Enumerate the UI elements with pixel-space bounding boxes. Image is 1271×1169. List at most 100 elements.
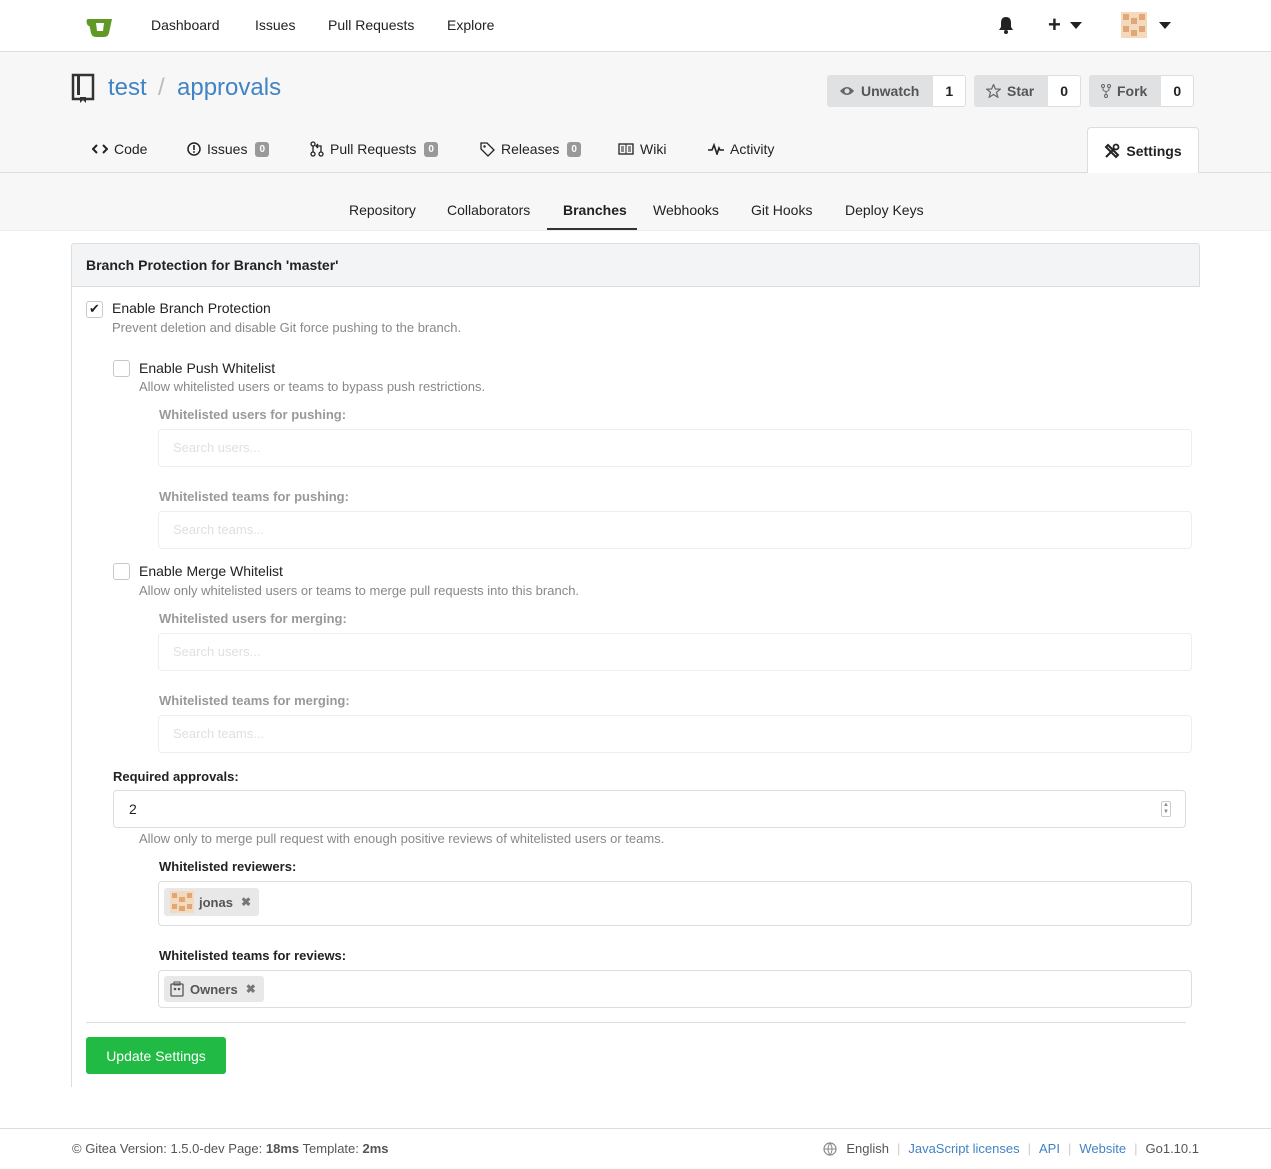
user-avatar[interactable] xyxy=(1121,12,1147,38)
star-count[interactable]: 0 xyxy=(1048,75,1082,107)
required-approvals-input[interactable]: 2 ▲ ▼ xyxy=(113,790,1186,828)
tab-label: Releases xyxy=(501,141,560,157)
tab-label: Wiki xyxy=(640,141,667,157)
placeholder: Search users... xyxy=(173,440,261,455)
team-icon xyxy=(170,981,184,997)
subnav-deploy-keys[interactable]: Deploy Keys xyxy=(845,202,924,218)
review-teams-input[interactable]: Owners ✖ xyxy=(158,970,1192,1008)
pull-request-icon xyxy=(310,141,324,157)
reviewers-input[interactable]: jonas ✖ xyxy=(158,881,1192,926)
pull-requests-count-badge: 0 xyxy=(424,141,438,157)
subnav-webhooks[interactable]: Webhooks xyxy=(653,202,719,218)
subnav-collaborators[interactable]: Collaborators xyxy=(447,202,530,218)
unwatch-button[interactable]: Unwatch xyxy=(827,75,934,107)
enable-merge-whitelist-help: Allow only whitelisted users or teams to… xyxy=(139,583,580,598)
repo-owner-link[interactable]: test xyxy=(108,74,147,102)
reviewer-name: jonas xyxy=(199,894,233,910)
create-new-plus-icon[interactable]: + xyxy=(1048,13,1061,37)
settings-subnav: Repository Collaborators Branches Webhoo… xyxy=(0,173,1271,231)
enable-branch-protection-help: Prevent deletion and disable Git force p… xyxy=(112,320,462,335)
panel-left-border xyxy=(71,287,72,1087)
language-selector[interactable]: English xyxy=(846,1141,889,1156)
version-text: © Gitea Version: 1.5.0-dev Page: xyxy=(72,1141,263,1156)
subnav-branches[interactable]: Branches xyxy=(563,202,627,218)
repo-header: test / approvals Unwatch 1 Star 0 Fork 0… xyxy=(0,52,1271,174)
releases-count-badge: 0 xyxy=(567,141,581,157)
tab-settings[interactable]: Settings xyxy=(1087,127,1199,174)
page-time: 18ms xyxy=(265,1141,300,1156)
enable-push-whitelist-help: Allow whitelisted users or teams to bypa… xyxy=(139,379,486,394)
repo-path-separator: / xyxy=(158,74,165,101)
subnav-repository[interactable]: Repository xyxy=(349,202,416,218)
tab-label: Settings xyxy=(1126,143,1182,159)
nav-issues-link[interactable]: Issues xyxy=(255,17,295,33)
tab-pull-requests[interactable]: Pull Requests 0 xyxy=(310,141,438,157)
required-approvals-value: 2 xyxy=(129,801,137,817)
remove-icon[interactable]: ✖ xyxy=(246,982,256,996)
tab-label: Activity xyxy=(730,141,775,157)
tab-releases[interactable]: Releases 0 xyxy=(480,141,581,157)
enable-merge-whitelist-label[interactable]: Enable Merge Whitelist xyxy=(139,563,283,579)
chevron-down-icon[interactable] xyxy=(1070,22,1082,29)
website-link[interactable]: Website xyxy=(1079,1141,1126,1156)
repo-tabs: Code Issues 0 Pull Requests 0 Releases 0… xyxy=(0,127,1271,174)
fork-icon xyxy=(1101,84,1111,98)
push-users-label: Whitelisted users for pushing: xyxy=(159,407,347,422)
template-text: Template: xyxy=(302,1141,359,1156)
pulse-icon xyxy=(708,143,724,155)
tab-label: Pull Requests xyxy=(330,141,417,157)
nav-explore-link[interactable]: Explore xyxy=(447,17,494,33)
api-link[interactable]: API xyxy=(1039,1141,1060,1156)
enable-push-whitelist-label[interactable]: Enable Push Whitelist xyxy=(139,360,275,376)
enable-branch-protection-label[interactable]: Enable Branch Protection xyxy=(112,300,271,316)
template-time: 2ms xyxy=(362,1141,389,1156)
placeholder: Search teams... xyxy=(173,726,265,741)
enable-merge-whitelist-checkbox[interactable] xyxy=(113,563,130,580)
subnav-git-hooks[interactable]: Git Hooks xyxy=(751,202,812,218)
placeholder: Search teams... xyxy=(173,522,265,537)
tab-wiki[interactable]: Wiki xyxy=(618,141,666,157)
nav-pull-requests-link[interactable]: Pull Requests xyxy=(328,17,414,33)
bell-icon[interactable] xyxy=(998,16,1014,34)
issue-icon xyxy=(187,142,201,156)
fork-count[interactable]: 0 xyxy=(1161,75,1195,107)
fork-button[interactable]: Fork xyxy=(1089,75,1162,107)
tab-activity[interactable]: Activity xyxy=(708,141,774,157)
number-spinner[interactable]: ▲ ▼ xyxy=(1161,801,1171,817)
merge-users-label: Whitelisted users for merging: xyxy=(159,611,347,626)
fork-label: Fork xyxy=(1117,83,1148,99)
chevron-down-icon[interactable] xyxy=(1159,22,1171,29)
push-teams-label: Whitelisted teams for pushing: xyxy=(159,489,349,504)
nav-dashboard-link[interactable]: Dashboard xyxy=(151,17,220,33)
watch-count[interactable]: 1 xyxy=(933,75,967,107)
tab-label: Code xyxy=(114,141,148,157)
merge-teams-search-input[interactable]: Search teams... xyxy=(158,715,1192,753)
repo-name-link[interactable]: approvals xyxy=(177,74,281,102)
push-teams-search-input[interactable]: Search teams... xyxy=(158,511,1192,549)
update-settings-button[interactable]: Update Settings xyxy=(86,1037,226,1074)
tab-issues[interactable]: Issues 0 xyxy=(187,141,270,157)
enable-branch-protection-checkbox[interactable] xyxy=(86,301,103,318)
star-button[interactable]: Star xyxy=(974,75,1049,107)
tab-label: Issues xyxy=(207,141,248,157)
tab-code[interactable]: Code xyxy=(92,141,147,157)
push-users-search-input[interactable]: Search users... xyxy=(158,429,1192,467)
code-icon xyxy=(92,144,108,154)
merge-teams-label: Whitelisted teams for merging: xyxy=(159,693,350,708)
unwatch-label: Unwatch xyxy=(861,83,920,99)
enable-push-whitelist-checkbox[interactable] xyxy=(113,360,130,377)
placeholder: Search users... xyxy=(173,644,261,659)
gitea-logo-icon[interactable] xyxy=(86,13,114,39)
top-navbar: Dashboard Issues Pull Requests Explore + xyxy=(0,0,1271,52)
remove-icon[interactable]: ✖ xyxy=(241,895,251,909)
repo-book-icon xyxy=(71,73,95,103)
form-divider xyxy=(86,1022,1186,1023)
star-label: Star xyxy=(1007,83,1035,99)
required-approvals-label: Required approvals: xyxy=(113,769,239,784)
reviewers-label: Whitelisted reviewers: xyxy=(159,859,297,874)
javascript-licenses-link[interactable]: JavaScript licenses xyxy=(908,1141,1019,1156)
merge-users-search-input[interactable]: Search users... xyxy=(158,633,1192,671)
team-chip: Owners ✖ xyxy=(164,976,264,1002)
fork-button-group: Fork 0 xyxy=(1089,75,1195,107)
panel-title: Branch Protection for Branch 'master' xyxy=(71,243,1200,287)
